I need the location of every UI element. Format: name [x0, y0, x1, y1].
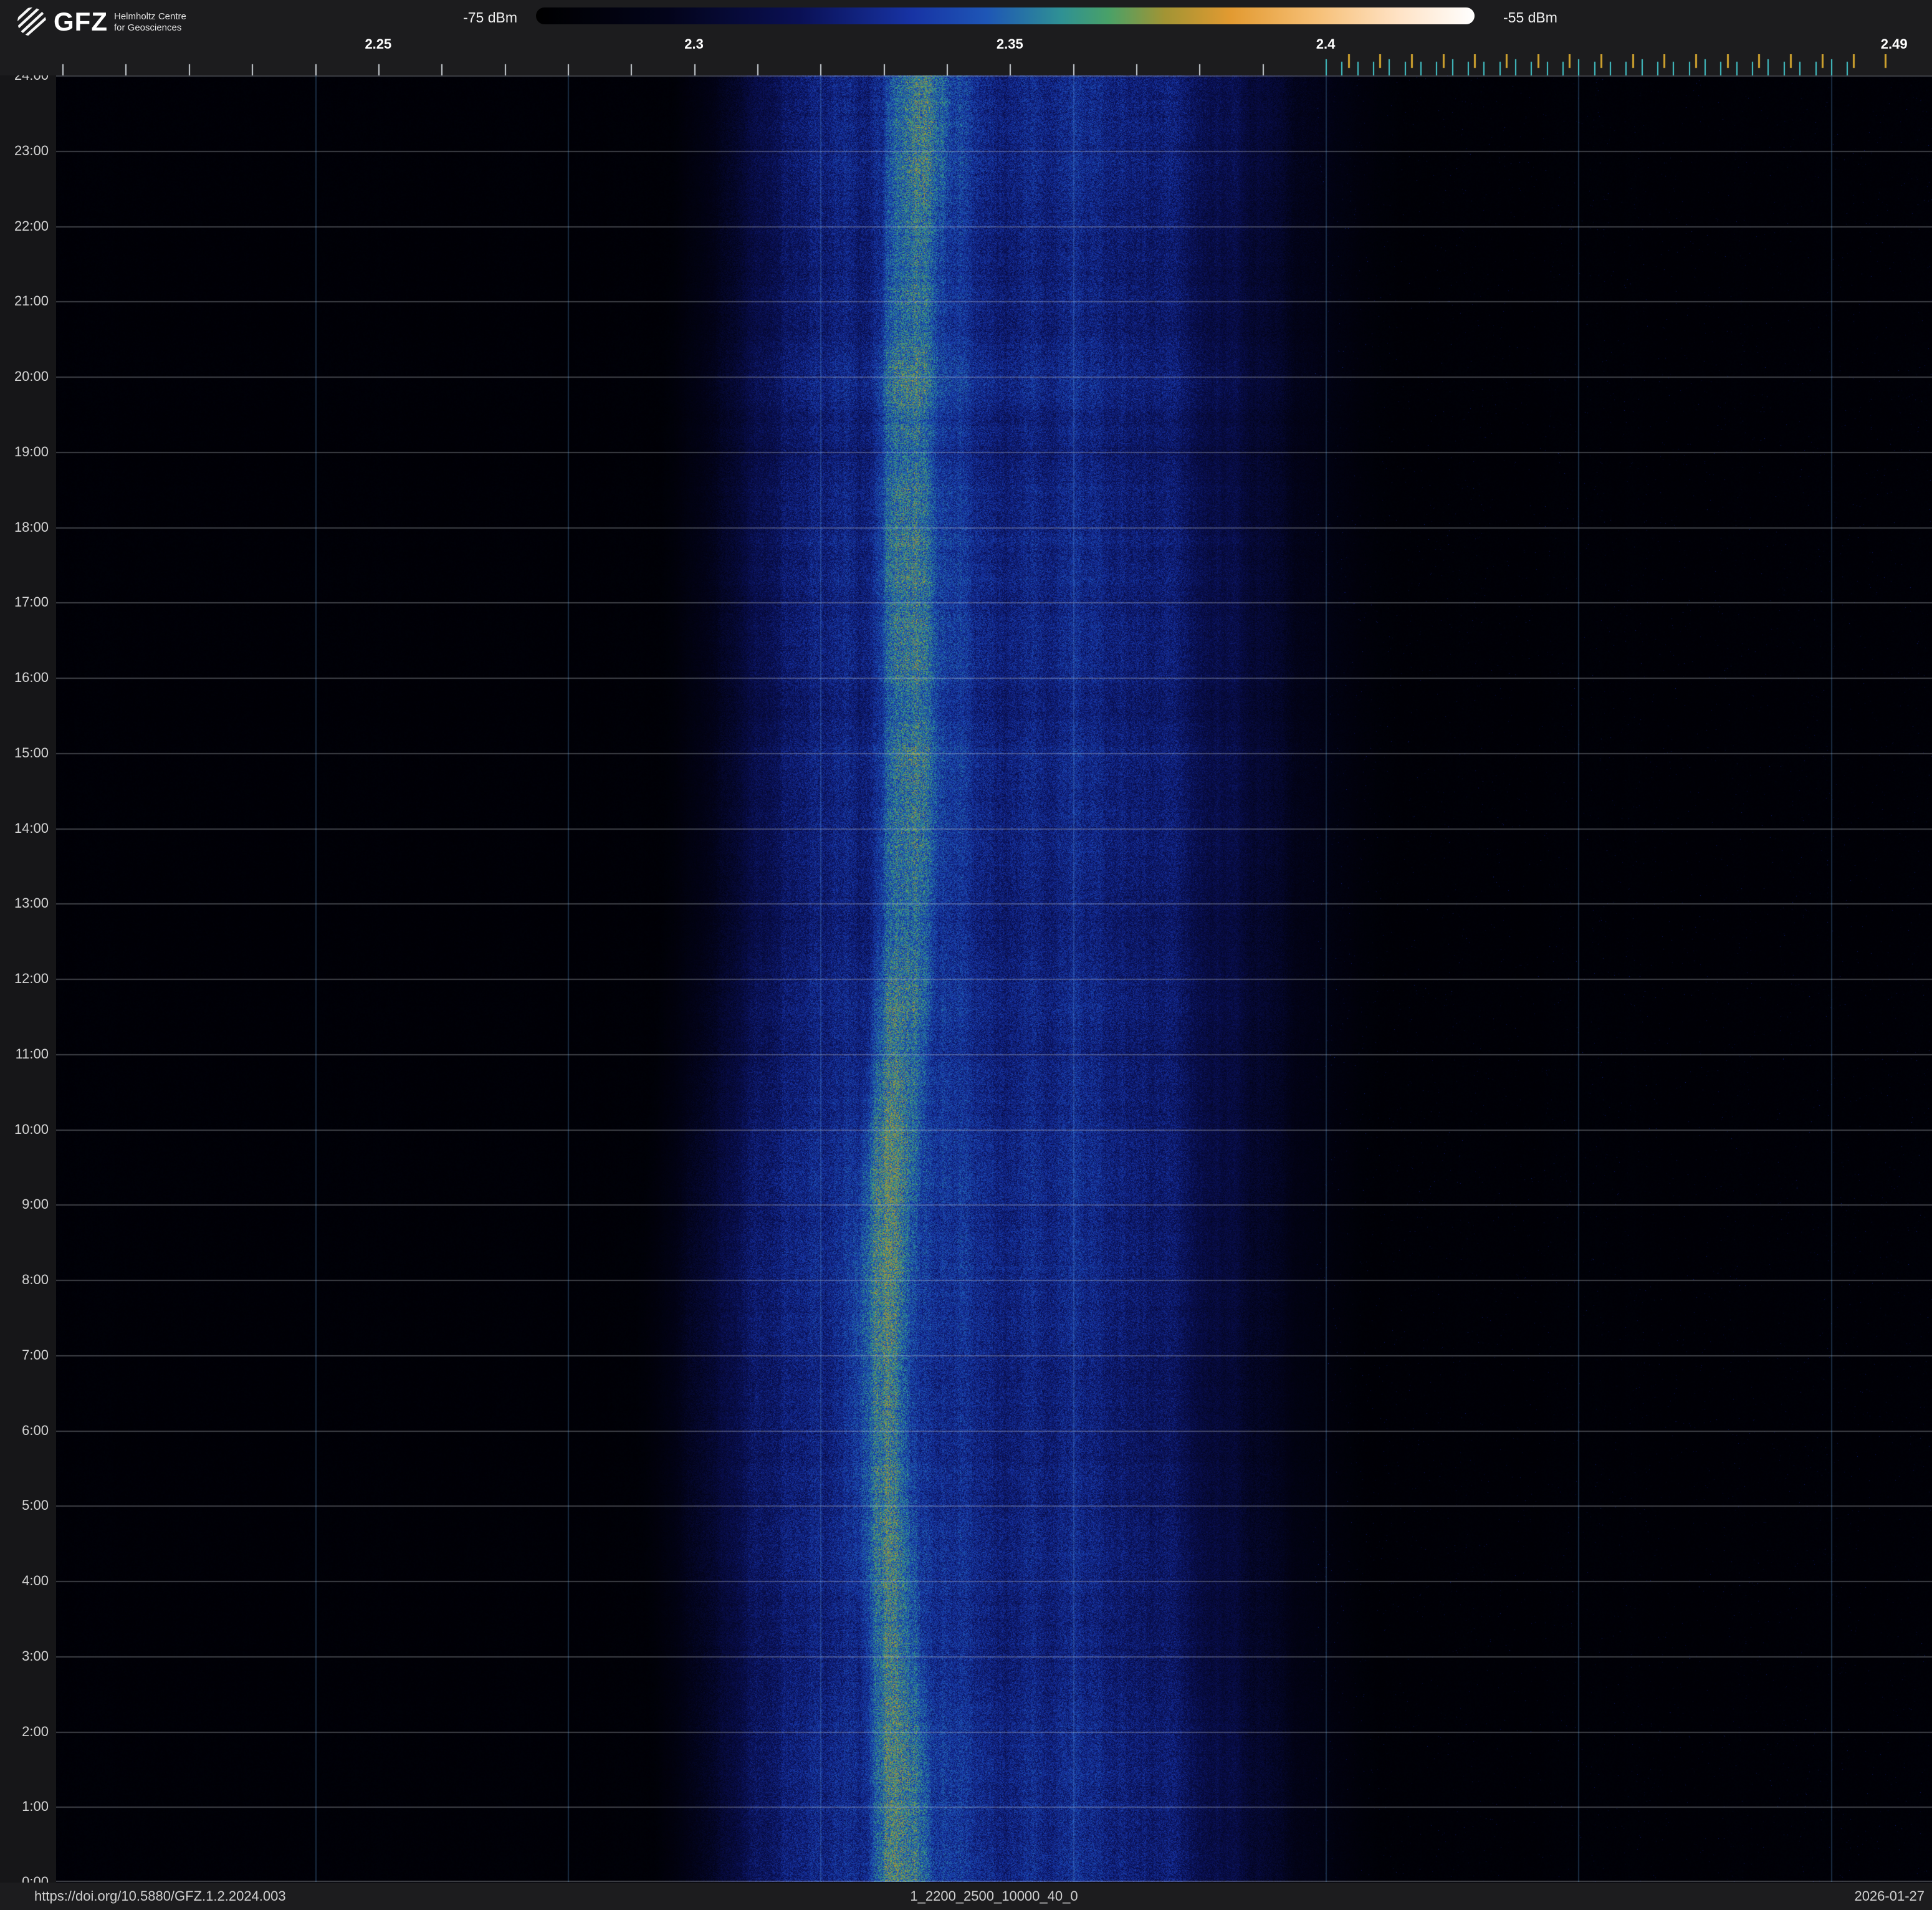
footer-date-label: 2026-01-27	[1854, 1888, 1925, 1904]
freq-tick-label: 2.4	[1316, 36, 1336, 52]
time-tick-label: 22:00	[14, 218, 49, 234]
time-tick-label: 23:00	[14, 142, 49, 158]
time-tick-label: 4:00	[22, 1573, 49, 1588]
freq-tick-label: 2.25	[365, 36, 392, 52]
time-tick-label: 8:00	[22, 1272, 49, 1287]
time-tick-label: 2:00	[22, 1723, 49, 1739]
spectrogram-app: 24:0023:0022:0021:0020:0019:0018:0017:00…	[0, 0, 1932, 1910]
time-tick-label: 6:00	[22, 1422, 49, 1438]
time-tick-label: 17:00	[14, 594, 49, 610]
time-tick-label: 10:00	[14, 1121, 49, 1137]
time-tick-label: 18:00	[14, 519, 49, 535]
time-tick-label: 21:00	[14, 293, 49, 309]
time-tick-label: 11:00	[15, 1045, 49, 1062]
time-tick-label: 20:00	[14, 368, 49, 384]
time-tick-label: 9:00	[22, 1196, 49, 1212]
freq-tick-label: 2.49	[1880, 36, 1908, 52]
freq-tick-label: 2.3	[684, 36, 704, 52]
freq-axis-ticks-canvas	[0, 54, 1932, 75]
time-tick-label: 12:00	[14, 971, 49, 986]
header-bar: GFZ Helmholtz Centre for Geosciences -75…	[0, 0, 1932, 75]
time-tick-label: 14:00	[14, 820, 49, 836]
time-tick-label: 13:00	[14, 895, 49, 911]
time-tick-label: 5:00	[22, 1497, 49, 1514]
time-tick-label: 3:00	[22, 1648, 49, 1664]
time-tick-label: 15:00	[14, 744, 49, 761]
spectrogram-canvas	[56, 75, 1932, 1882]
time-axis-labels: 24:0023:0022:0021:0020:0019:0018:0017:00…	[0, 69, 56, 1889]
freq-tick-label: 2.35	[996, 36, 1023, 52]
time-tick-label: 1:00	[22, 1798, 49, 1815]
footer-bar: https://doi.org/10.5880/GFZ.1.2.2024.003…	[0, 1883, 1932, 1910]
footer-dataset-label: 1_2200_2500_10000_40_0	[910, 1888, 1078, 1904]
time-axis-column: 24:0023:0022:0021:0020:0019:0018:0017:00…	[0, 69, 56, 1889]
time-tick-label: 7:00	[22, 1346, 49, 1363]
time-tick-label: 19:00	[14, 443, 49, 459]
time-tick-label: 16:00	[14, 669, 49, 685]
footer-doi-link[interactable]: https://doi.org/10.5880/GFZ.1.2.2024.003	[34, 1889, 286, 1904]
